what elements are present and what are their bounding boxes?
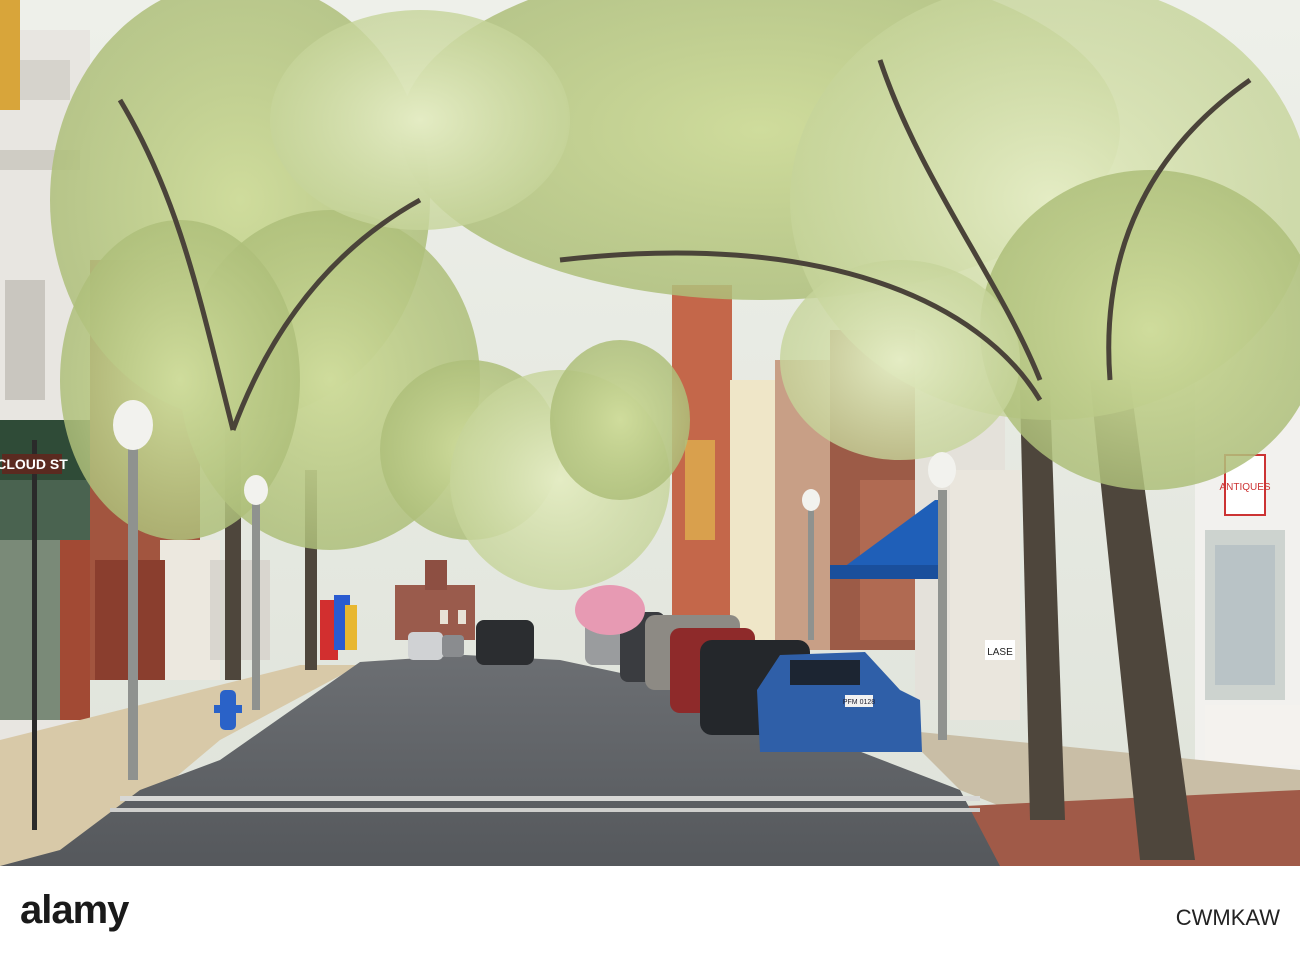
license-plate-text: PFM 0128 (843, 699, 875, 706)
laser-sign-text: LASE (987, 647, 1013, 658)
pink-blossom-tree (575, 585, 645, 635)
street-scene-photo: ANTIQUES LASE CLOUD ST PFM 0128 (0, 0, 1300, 866)
alamy-logo: alamy (20, 888, 129, 932)
street-sign-text: CLOUD ST (0, 456, 68, 472)
watermark-banner (0, 866, 1300, 956)
image-id-label: CWMKAW (1175, 905, 1280, 930)
antiques-sign-text: ANTIQUES (1219, 482, 1270, 493)
